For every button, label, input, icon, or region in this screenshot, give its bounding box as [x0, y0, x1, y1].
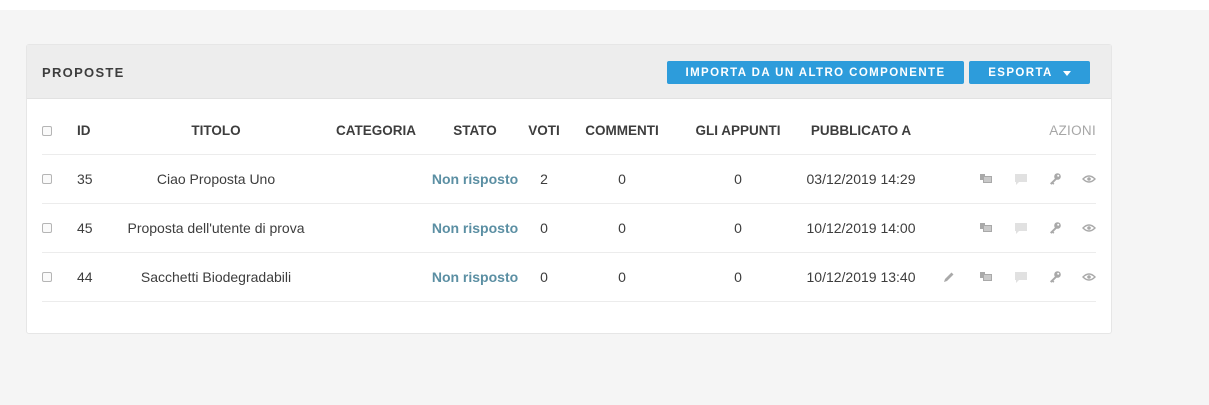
copy-action[interactable] — [979, 221, 993, 235]
key-icon — [1048, 270, 1062, 284]
row-select-cell — [42, 253, 52, 301]
row-comments: 0 — [618, 269, 626, 285]
copy-action[interactable] — [979, 172, 993, 186]
row-checkbox[interactable] — [42, 272, 52, 282]
row-category — [324, 155, 428, 203]
column-header-state[interactable]: STATO — [428, 107, 522, 154]
export-dropdown-button[interactable]: ESPORTA — [969, 61, 1090, 84]
comment-action — [1014, 172, 1028, 186]
preview-action[interactable] — [1082, 221, 1096, 235]
row-notes: 0 — [734, 220, 742, 236]
column-header-comments[interactable]: COMMENTI — [566, 107, 678, 154]
eye-icon — [1082, 172, 1096, 186]
row-published: 10/12/2019 13:40 — [806, 269, 916, 285]
row-votes: 0 — [540, 269, 548, 285]
row-actions — [924, 253, 1096, 301]
row-comments: 0 — [618, 171, 626, 187]
table-row: 35 Ciao Proposta Uno Non risposto 2 0 0 03/12/… — [42, 155, 1096, 204]
copy-icon — [979, 221, 993, 235]
comment-icon — [1014, 221, 1028, 235]
edit-action[interactable] — [942, 270, 956, 284]
row-state[interactable]: Non risposto — [428, 155, 522, 203]
row-votes: 0 — [540, 220, 548, 236]
preview-action[interactable] — [1082, 270, 1096, 284]
row-id: 35 — [77, 171, 93, 187]
row-published: 03/12/2019 14:29 — [806, 171, 916, 187]
copy-action[interactable] — [979, 270, 993, 284]
row-category — [324, 253, 428, 301]
row-title[interactable]: Ciao Proposta Uno — [106, 155, 326, 203]
row-actions — [924, 155, 1096, 203]
row-published: 10/12/2019 14:00 — [806, 220, 916, 236]
comment-icon — [1014, 270, 1028, 284]
row-id: 44 — [77, 269, 93, 285]
proposals-card: PROPOSTE IMPORTA DA UN ALTRO COMPONENTE … — [26, 44, 1112, 334]
permissions-action[interactable] — [1048, 172, 1062, 186]
column-header-votes[interactable]: VOTI — [522, 107, 566, 154]
column-header-actions: AZIONI — [1049, 123, 1096, 138]
permissions-action[interactable] — [1048, 270, 1062, 284]
key-icon — [1048, 221, 1062, 235]
row-select-cell — [42, 204, 52, 252]
key-icon — [1048, 172, 1062, 186]
row-notes: 0 — [734, 171, 742, 187]
row-actions — [924, 204, 1096, 252]
comment-action — [1014, 221, 1028, 235]
import-button[interactable]: IMPORTA DA UN ALTRO COMPONENTE — [667, 61, 964, 84]
top-bar — [0, 0, 1209, 10]
export-button-label: ESPORTA — [988, 66, 1053, 79]
row-state[interactable]: Non risposto — [428, 204, 522, 252]
row-votes: 2 — [540, 171, 548, 187]
import-button-label: IMPORTA DA UN ALTRO COMPONENTE — [685, 66, 946, 79]
column-header-id[interactable]: ID — [77, 107, 107, 154]
proposals-table: ID TITOLO CATEGORIA STATO VOTI COMMENTI … — [42, 107, 1096, 302]
pencil-icon — [942, 270, 956, 284]
table-header-row: ID TITOLO CATEGORIA STATO VOTI COMMENTI … — [42, 107, 1096, 155]
caret-down-icon — [1062, 71, 1071, 76]
row-checkbox[interactable] — [42, 174, 52, 184]
card-header: PROPOSTE IMPORTA DA UN ALTRO COMPONENTE … — [27, 45, 1111, 99]
row-select-cell — [42, 155, 52, 203]
permissions-action[interactable] — [1048, 221, 1062, 235]
row-checkbox[interactable] — [42, 223, 52, 233]
page-title: PROPOSTE — [42, 65, 125, 80]
comment-icon — [1014, 172, 1028, 186]
row-state[interactable]: Non risposto — [428, 253, 522, 301]
row-title[interactable]: Sacchetti Biodegradabili — [106, 253, 326, 301]
table-row: 44 Sacchetti Biodegradabili Non risposto 0 0… — [42, 253, 1096, 302]
row-category — [324, 204, 428, 252]
copy-icon — [979, 270, 993, 284]
comment-action — [1014, 270, 1028, 284]
select-all-checkbox[interactable] — [42, 125, 52, 136]
column-header-notes[interactable]: GLI APPUNTI — [678, 107, 798, 154]
eye-icon — [1082, 270, 1096, 284]
row-comments: 0 — [618, 220, 626, 236]
table-row: 45 Proposta dell'utente di prova Non rispo… — [42, 204, 1096, 253]
preview-action[interactable] — [1082, 172, 1096, 186]
copy-icon — [979, 172, 993, 186]
select-all-cell — [42, 107, 52, 154]
row-title[interactable]: Proposta dell'utente di prova — [106, 204, 326, 252]
row-notes: 0 — [734, 269, 742, 285]
column-header-category[interactable]: CATEGORIA — [324, 107, 428, 154]
column-header-published[interactable]: PUBBLICATO A — [798, 107, 924, 154]
column-header-title[interactable]: TITOLO — [106, 107, 326, 154]
eye-icon — [1082, 221, 1096, 235]
row-id: 45 — [77, 220, 93, 236]
